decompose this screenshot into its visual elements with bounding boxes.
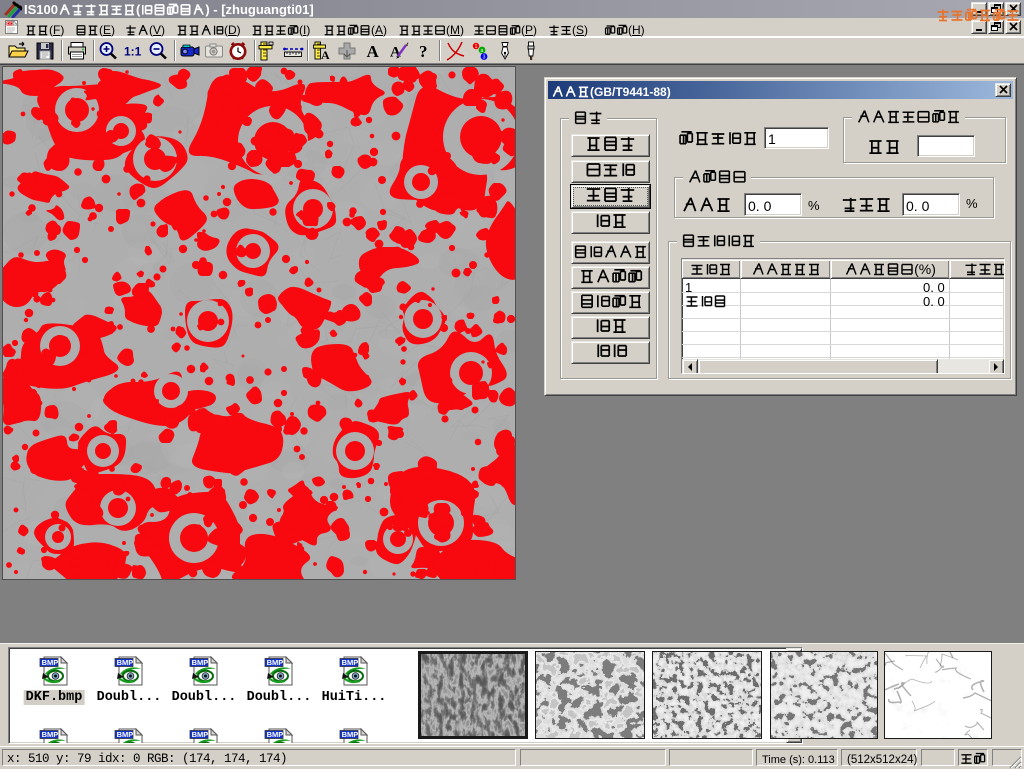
svg-text:A: A — [367, 42, 380, 61]
svg-text:?: ? — [419, 42, 428, 61]
svg-text:BMP: BMP — [342, 730, 359, 739]
svg-text:BMP: BMP — [42, 658, 59, 667]
svg-text:BMP: BMP — [42, 730, 59, 739]
svg-text:DOC: DOC — [7, 21, 18, 26]
svg-text:A: A — [321, 48, 330, 62]
svg-text:BMP: BMP — [267, 658, 284, 667]
svg-text:1:1: 1:1 — [124, 45, 142, 59]
svg-text:BMP: BMP — [267, 730, 284, 739]
svg-text:BMP: BMP — [192, 730, 209, 739]
svg-text:BMP: BMP — [192, 658, 209, 667]
svg-text:BMP: BMP — [117, 730, 134, 739]
svg-text:BMP: BMP — [342, 658, 359, 667]
svg-text:BMP: BMP — [117, 658, 134, 667]
svg-text:3: 3 — [483, 55, 486, 61]
svg-text:a: a — [481, 48, 484, 54]
svg-text:1: 1 — [475, 44, 478, 50]
